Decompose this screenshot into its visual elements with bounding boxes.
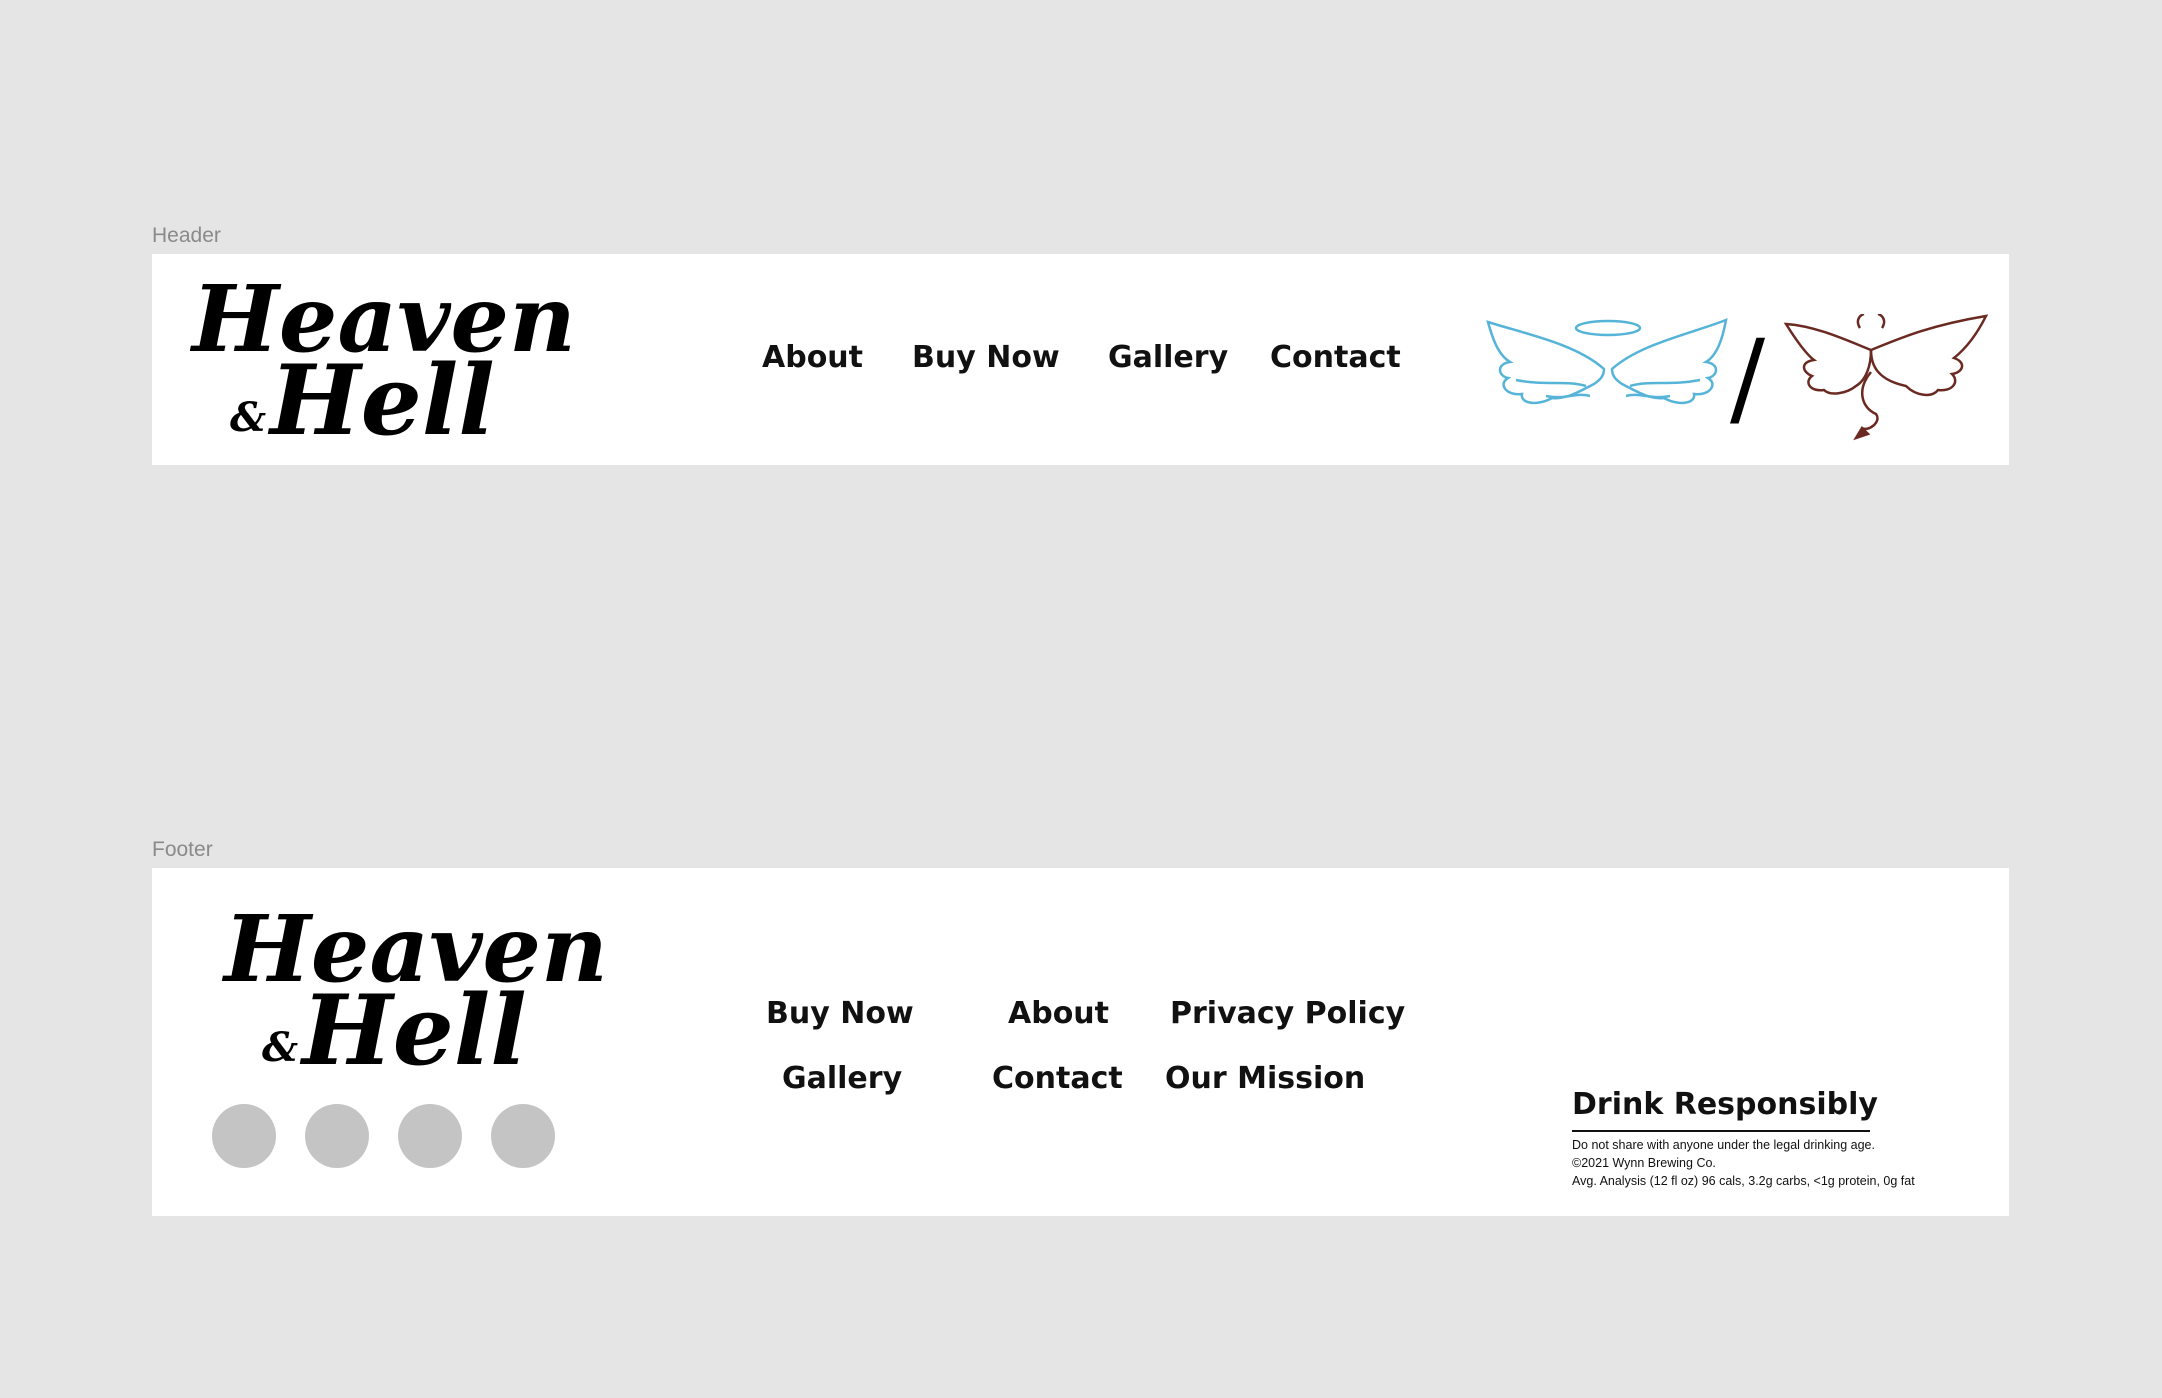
angel-wings-icon[interactable] [1486,318,1728,405]
nav-buy-now[interactable]: Buy Now [912,340,1060,375]
footer-link-buy-now[interactable]: Buy Now [766,996,914,1031]
social-icon-3[interactable] [398,1104,462,1168]
theme-toggle-divider: / [1730,317,1766,439]
footer-link-our-mission[interactable]: Our Mission [1165,1061,1365,1096]
nutrition-analysis: Avg. Analysis (12 fl oz) 96 cals, 3.2g c… [1572,1174,1915,1188]
footer-frame: Heaven & Hell Buy Now About Privacy Poli… [152,868,2009,1216]
footer-logo-line2: Hell [299,974,527,1087]
brand-logo[interactable]: Heaven & Hell [189,265,576,457]
devil-wings-icon[interactable] [1783,312,1989,441]
social-icon-2[interactable] [305,1104,369,1168]
logo-line2: Hell [267,344,495,457]
nav-gallery[interactable]: Gallery [1108,340,1228,375]
drink-responsibly-title: Drink Responsibly [1572,1087,1878,1122]
legal-age-notice: Do not share with anyone under the legal… [1572,1138,1875,1152]
drink-responsibly-underline [1572,1130,1870,1132]
footer-logo-ampersand: & [262,1024,298,1071]
header-frame: Heaven & Hell About Buy Now Gallery Cont… [152,254,2009,465]
social-icon-1[interactable] [212,1104,276,1168]
footer-link-contact[interactable]: Contact [992,1061,1123,1096]
footer-frame-label: Footer [152,838,213,861]
footer-link-about[interactable]: About [1008,996,1109,1031]
header-frame-label: Header [152,224,221,247]
logo-ampersand: & [230,394,266,441]
nav-about[interactable]: About [762,340,863,375]
theme-toggle[interactable]: / [1486,312,2006,469]
nav-contact[interactable]: Contact [1270,340,1401,375]
footer-link-privacy-policy[interactable]: Privacy Policy [1170,996,1405,1031]
social-icon-4[interactable] [491,1104,555,1168]
copyright-notice: ©2021 Wynn Brewing Co. [1572,1156,1716,1170]
footer-link-gallery[interactable]: Gallery [782,1061,902,1096]
footer-brand-logo[interactable]: Heaven & Hell [221,895,608,1087]
